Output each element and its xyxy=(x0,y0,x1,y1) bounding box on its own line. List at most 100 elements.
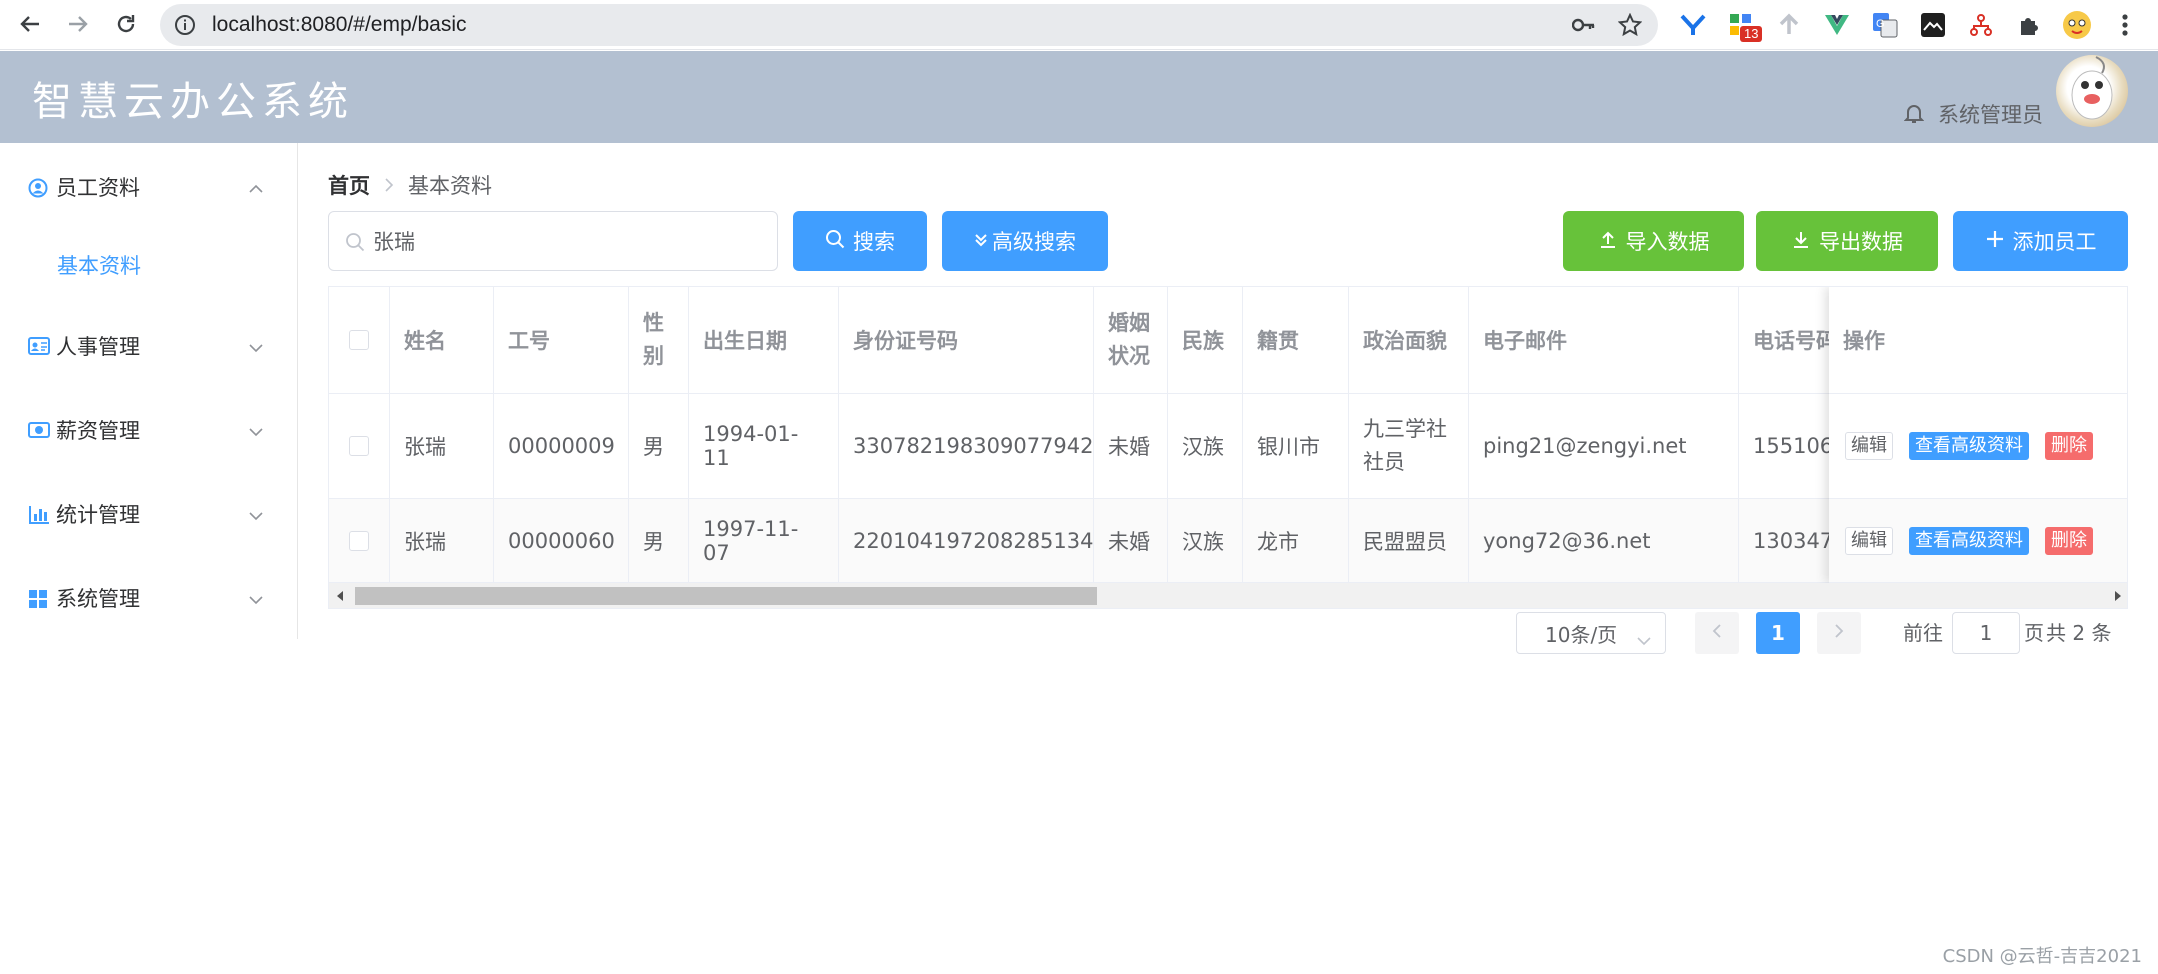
cell-name: 张瑞 xyxy=(390,499,494,582)
sidebar-item-label: 薪资管理 xyxy=(56,419,140,443)
export-data-label: 导出数据 xyxy=(1819,230,1903,254)
double-chevron-down-icon xyxy=(974,229,988,253)
cell-wedlock: 未婚 xyxy=(1094,499,1168,582)
col-header-wedlock[interactable]: 婚姻 状况 xyxy=(1094,287,1168,393)
bell-icon[interactable] xyxy=(1903,103,1925,129)
sidebar-item-personnel[interactable]: 人事管理 xyxy=(0,318,297,374)
scroll-right-arrow-icon[interactable] xyxy=(2115,591,2121,601)
advanced-search-button[interactable]: 高级搜索 xyxy=(942,211,1108,271)
select-all-checkbox[interactable] xyxy=(349,330,369,350)
url-text: localhost:8080/#/emp/basic xyxy=(212,13,467,36)
search-input[interactable] xyxy=(373,212,763,270)
address-bar[interactable]: localhost:8080/#/emp/basic xyxy=(160,4,1658,46)
extension-y-icon[interactable] xyxy=(1678,10,1708,40)
col-header-gender-line1: 性 xyxy=(643,311,664,335)
total-count: 共 2 条 xyxy=(2046,621,2112,645)
col-header-wedlock-line1: 婚姻 xyxy=(1108,311,1150,335)
row-actions: 编辑 查看高级资料 删除 xyxy=(1829,394,2127,499)
scrollbar-thumb[interactable] xyxy=(355,587,1097,605)
row-checkbox[interactable] xyxy=(349,436,369,456)
row-actions: 编辑 查看高级资料 删除 xyxy=(1829,499,2127,583)
goto-page-input[interactable]: 1 xyxy=(1952,612,2020,654)
search-field[interactable] xyxy=(328,211,778,271)
extension-dark-icon[interactable] xyxy=(1918,10,1948,40)
search-button[interactable]: 搜索 xyxy=(793,211,927,271)
sidebar-item-statistics[interactable]: 统计管理 xyxy=(0,486,297,542)
col-header-birthday[interactable]: 出生日期 xyxy=(689,287,839,393)
svg-text:G: G xyxy=(1876,18,1885,30)
extension-badge: 13 xyxy=(1740,26,1763,42)
chevron-down-icon xyxy=(249,338,263,357)
cell-nation: 汉族 xyxy=(1168,394,1243,498)
edit-button[interactable]: 编辑 xyxy=(1845,432,1893,460)
next-page-button[interactable] xyxy=(1817,612,1861,654)
col-header-name[interactable]: 姓名 xyxy=(390,287,494,393)
extension-vue-icon[interactable] xyxy=(1822,10,1852,40)
sidebar-subitem-label: 基本资料 xyxy=(57,254,141,278)
import-data-label: 导入数据 xyxy=(1625,230,1710,254)
sidebar-item-salary[interactable]: 薪资管理 xyxy=(0,402,297,458)
cell-politic-line1: 九三学社 xyxy=(1363,417,1447,441)
cell-birthday: 1997-11-07 xyxy=(689,499,839,582)
extension-upload-icon[interactable] xyxy=(1774,10,1804,40)
forward-icon[interactable] xyxy=(60,6,96,42)
page-number-button[interactable]: 1 xyxy=(1756,612,1800,654)
delete-button[interactable]: 删除 xyxy=(2045,526,2093,555)
profile-avatar-icon[interactable] xyxy=(2062,10,2092,40)
col-header-politic[interactable]: 政治面貌 xyxy=(1349,287,1469,393)
view-advanced-info-button[interactable]: 查看高级资料 xyxy=(1909,432,2029,460)
add-employee-button[interactable]: 添加员工 xyxy=(1953,211,2128,271)
extension-translate-icon[interactable]: G xyxy=(1870,10,1900,40)
scroll-left-arrow-icon[interactable] xyxy=(337,591,343,601)
download-icon xyxy=(1791,229,1811,254)
cell-gender: 男 xyxy=(629,394,689,498)
sidebar-subitem-basic-info[interactable]: 基本资料 xyxy=(0,237,297,293)
key-icon[interactable] xyxy=(1571,15,1596,39)
actions-fixed-column: 操作 编辑 查看高级资料 删除 编辑 查看高级资料 删除 xyxy=(1829,287,2127,583)
cell-politic-line2: 社员 xyxy=(1363,450,1405,474)
advanced-search-label: 高级搜索 xyxy=(992,230,1076,254)
sidebar-item-label: 员工资料 xyxy=(56,176,140,200)
col-header-id-card[interactable]: 身份证号码 xyxy=(839,287,1094,393)
sidebar-item-system[interactable]: 系统管理 xyxy=(0,570,297,626)
page-size-value: 10条/页 xyxy=(1545,622,1618,647)
user-avatar[interactable] xyxy=(2056,55,2128,127)
extension-tree-icon[interactable] xyxy=(1966,10,1996,40)
cell-birthday: 1994-01-11 xyxy=(689,394,839,498)
goto-prefix: 前往 xyxy=(1903,621,1943,645)
row-checkbox[interactable] xyxy=(349,530,369,551)
table-horizontal-scrollbar[interactable] xyxy=(329,583,2127,608)
delete-button[interactable]: 删除 xyxy=(2045,432,2093,460)
col-header-work-id[interactable]: 工号 xyxy=(494,287,629,393)
reload-icon[interactable] xyxy=(108,6,144,42)
sidebar-item-employee-info[interactable]: 员工资料 xyxy=(0,159,297,215)
cell-nation: 汉族 xyxy=(1168,499,1243,582)
browser-menu-icon[interactable] xyxy=(2110,10,2140,40)
money-icon xyxy=(28,421,50,443)
app-title: 智慧云办公系统 xyxy=(32,79,354,125)
edit-button[interactable]: 编辑 xyxy=(1845,526,1893,555)
extension-grid-icon[interactable]: 13 xyxy=(1726,10,1763,42)
sidebar-item-label: 人事管理 xyxy=(56,335,140,359)
view-advanced-info-button[interactable]: 查看高级资料 xyxy=(1909,526,2029,555)
browser-toolbar: localhost:8080/#/emp/basic 13 G xyxy=(0,0,2158,50)
back-icon[interactable] xyxy=(12,6,48,42)
add-employee-label: 添加员工 xyxy=(2012,230,2097,254)
row-select-cell xyxy=(329,394,390,498)
breadcrumb-home[interactable]: 首页 xyxy=(328,170,370,200)
page-size-select[interactable]: 10条/页 xyxy=(1516,612,1666,654)
search-button-label: 搜索 xyxy=(853,230,895,254)
export-data-button[interactable]: 导出数据 xyxy=(1756,211,1938,271)
bookmark-star-icon[interactable] xyxy=(1617,12,1643,41)
col-header-nation[interactable]: 民族 xyxy=(1168,287,1243,393)
import-data-button[interactable]: 导入数据 xyxy=(1563,211,1744,271)
col-header-gender[interactable]: 性 别 xyxy=(629,287,689,393)
col-header-native-place[interactable]: 籍贯 xyxy=(1243,287,1349,393)
sidebar-item-label: 统计管理 xyxy=(56,503,140,527)
user-name-dropdown[interactable]: 系统管理员 xyxy=(1938,99,2043,129)
site-info-icon[interactable] xyxy=(174,14,196,40)
prev-page-button[interactable] xyxy=(1695,612,1739,654)
search-icon xyxy=(825,229,845,254)
col-header-email[interactable]: 电子邮件 xyxy=(1469,287,1739,393)
extensions-puzzle-icon[interactable] xyxy=(2014,10,2044,40)
